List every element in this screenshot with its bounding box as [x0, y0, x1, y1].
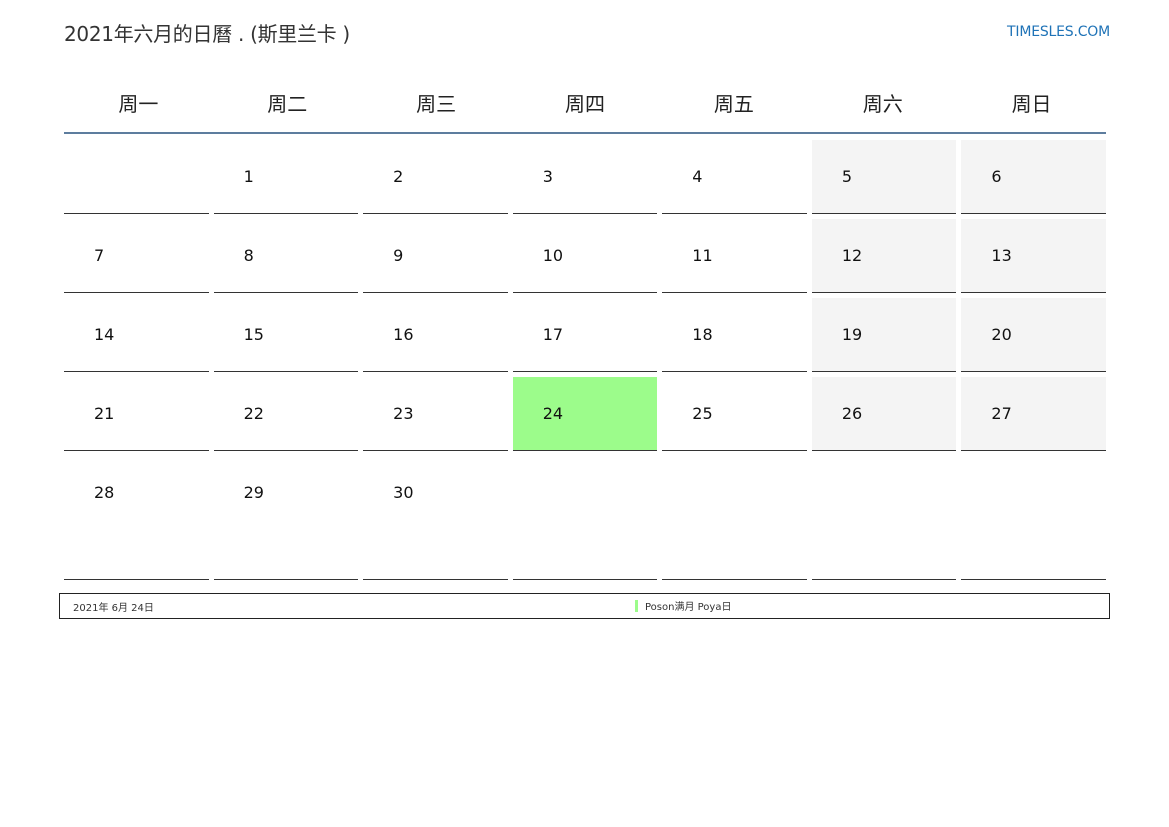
- day-number: 8: [243, 246, 254, 265]
- day-cell: 25: [662, 377, 807, 451]
- day-number: 2: [393, 167, 404, 186]
- day-number: 9: [393, 246, 404, 265]
- calendar-grid: 1 2 3 4 5 6 7 8 9 10 11 12 13 14 15 16 1…: [64, 140, 1106, 580]
- day-cell: [512, 456, 658, 580]
- calendar: 周一 周二 周三 周四 周五 周六 周日 1 2 3 4 5 6 7 8 9 1…: [64, 72, 1106, 585]
- day-number: 3: [542, 167, 553, 186]
- day-cell: 26: [811, 377, 957, 451]
- day-cell: 23: [363, 377, 508, 451]
- day-number: 15: [243, 325, 264, 344]
- day-cell: 15: [213, 298, 359, 372]
- day-cell: 22: [213, 377, 359, 451]
- weekday-sun: 周日: [1011, 91, 1052, 116]
- week-row: 28 29 30: [64, 456, 1106, 580]
- day-cell: 4: [662, 140, 807, 214]
- day-cell: 11: [662, 219, 807, 293]
- page-title: 2021年六月的日曆 . (斯里兰卡 ): [64, 22, 350, 46]
- day-number: 12: [841, 246, 863, 265]
- weekday-wed: 周三: [416, 91, 457, 116]
- day-cell: [811, 456, 957, 580]
- day-cell: 14: [64, 298, 209, 372]
- day-number: 7: [94, 246, 105, 265]
- week-row: 21 22 23 24 25 26 27: [64, 377, 1106, 451]
- weekday-thu: 周四: [564, 91, 605, 116]
- day-cell: 21: [64, 377, 209, 451]
- day-cell: 20: [961, 298, 1106, 372]
- day-number: 24: [542, 404, 564, 423]
- day-cell: 29: [213, 456, 359, 580]
- day-cell: 3: [512, 140, 658, 214]
- day-cell: 16: [363, 298, 508, 372]
- day-cell: 1: [213, 140, 359, 214]
- day-cell-holiday: 24: [512, 377, 658, 451]
- week-row: 14 15 16 17 18 19 20: [64, 298, 1106, 372]
- site-link[interactable]: TIMESLES.COM: [1007, 24, 1110, 40]
- day-number: 22: [243, 404, 264, 423]
- day-cell: 12: [811, 219, 957, 293]
- weekday-sat: 周六: [862, 91, 903, 116]
- day-number: 23: [393, 404, 414, 423]
- day-number: 30: [393, 483, 414, 502]
- day-number: 26: [841, 404, 863, 423]
- day-cell: 13: [961, 219, 1106, 293]
- holiday-legend: 2021年 6月 24日 Poson满月 Poya日: [59, 593, 1110, 619]
- day-number: 19: [841, 325, 863, 344]
- day-cell: [961, 456, 1106, 580]
- day-number: 21: [94, 404, 115, 423]
- day-number: 6: [991, 167, 1002, 186]
- day-number: 5: [841, 167, 853, 186]
- day-cell: [64, 140, 209, 214]
- day-number: 16: [393, 325, 414, 344]
- day-cell: [662, 456, 807, 580]
- weekday-tue: 周二: [267, 91, 308, 116]
- day-cell: 17: [512, 298, 658, 372]
- week-row: 7 8 9 10 11 12 13: [64, 219, 1106, 293]
- weekday-fri: 周五: [713, 91, 754, 116]
- holiday-color-marker: [635, 599, 638, 612]
- day-number: 27: [991, 404, 1012, 423]
- day-number: 17: [542, 325, 564, 344]
- day-cell: 18: [662, 298, 807, 372]
- weekday-mon: 周一: [118, 91, 159, 116]
- day-number: 18: [692, 325, 713, 344]
- day-number: 1: [243, 167, 254, 186]
- weekday-header: 周一 周二 周三 周四 周五 周六 周日: [64, 72, 1106, 134]
- day-cell: 2: [363, 140, 508, 214]
- legend-date: 2021年 6月 24日: [73, 603, 154, 614]
- day-number: 13: [991, 246, 1012, 265]
- day-cell: 19: [811, 298, 957, 372]
- day-number: 10: [542, 246, 564, 265]
- day-cell: 9: [363, 219, 508, 293]
- day-cell: 27: [961, 377, 1106, 451]
- day-number: 28: [94, 483, 115, 502]
- day-number: 11: [692, 246, 713, 265]
- day-cell: 28: [64, 456, 209, 580]
- week-row: 1 2 3 4 5 6: [64, 140, 1106, 214]
- day-number: 14: [94, 325, 115, 344]
- day-number: 4: [692, 167, 703, 186]
- day-cell: 6: [961, 140, 1106, 214]
- legend-event: Poson满月 Poya日: [635, 598, 731, 613]
- legend-event-name: Poson满月 Poya日: [645, 602, 732, 613]
- day-cell: 10: [512, 219, 658, 293]
- day-number: 20: [991, 325, 1012, 344]
- day-number: 29: [243, 483, 264, 502]
- day-cell: 5: [811, 140, 957, 214]
- day-cell: 8: [213, 219, 359, 293]
- day-cell: 7: [64, 219, 209, 293]
- day-number: 25: [692, 404, 713, 423]
- day-cell: 30: [363, 456, 508, 580]
